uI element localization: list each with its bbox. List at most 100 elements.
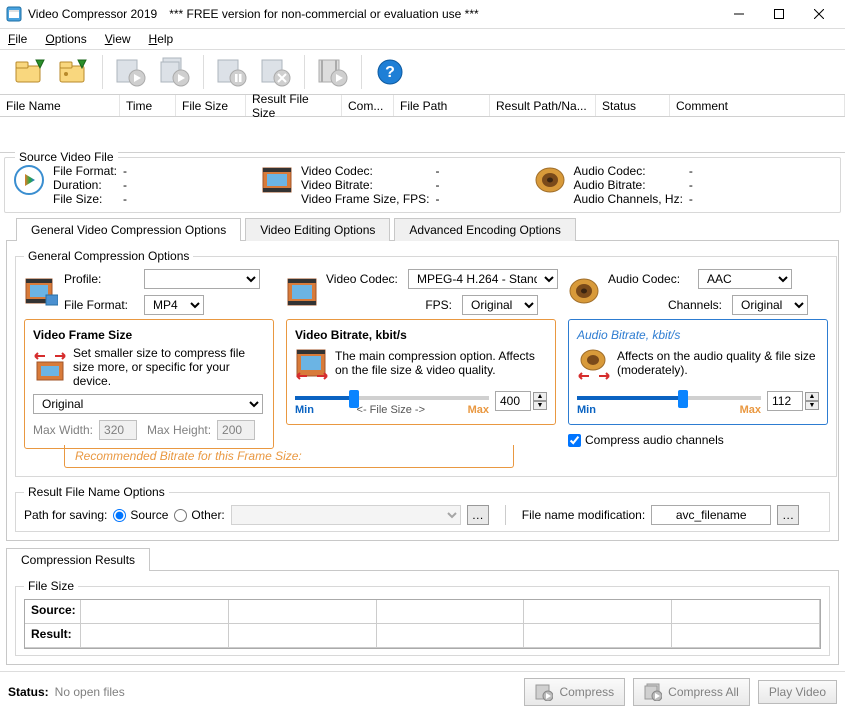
audio-bitrate-up[interactable]: ▲ xyxy=(805,392,819,401)
close-button[interactable] xyxy=(799,0,839,28)
results-tabs: Compression Results xyxy=(6,547,839,571)
file-list-header: File Name Time File Size Result File Siz… xyxy=(0,95,845,117)
app-icon xyxy=(6,6,22,22)
video-bitrate-down[interactable]: ▼ xyxy=(533,401,547,410)
menu-file[interactable]: File xyxy=(6,31,29,47)
source-info-panel: Source Video File File Format:- Duration… xyxy=(4,157,841,213)
general-options-legend: General Compression Options xyxy=(24,249,193,263)
filename-mod-button[interactable]: … xyxy=(777,505,799,525)
compress-all-button-bottom[interactable]: Compress All xyxy=(633,678,750,706)
video-codec-label: Video Codec: xyxy=(326,272,402,286)
audio-codec-label: Audio Codec: xyxy=(608,272,692,286)
frame-size-header: Video Frame Size xyxy=(33,328,265,342)
col-resultsize[interactable]: Result File Size xyxy=(246,95,342,116)
filename-mod-input[interactable] xyxy=(651,505,771,525)
file-format-select[interactable]: MP4 xyxy=(144,295,204,315)
col-resultpath[interactable]: Result Path/Na... xyxy=(490,95,596,116)
max-width-input[interactable] xyxy=(99,420,137,440)
maximize-button[interactable] xyxy=(759,0,799,28)
tab-video-editing[interactable]: Video Editing Options xyxy=(245,218,390,241)
fps-label: FPS: xyxy=(326,298,456,312)
video-bitrate-input[interactable] xyxy=(495,391,531,411)
status-bar: Status: No open files Compress Compress … xyxy=(0,671,845,710)
pause-button[interactable] xyxy=(210,53,254,91)
col-time[interactable]: Time xyxy=(120,95,176,116)
tab-general[interactable]: General Video Compression Options xyxy=(16,218,241,241)
bitrate-icon xyxy=(295,346,329,380)
max-height-input[interactable] xyxy=(217,420,255,440)
compress-all-button[interactable] xyxy=(153,53,197,91)
help-button[interactable]: ? xyxy=(368,53,412,91)
compress-button[interactable]: Compress xyxy=(524,678,625,706)
tab-advanced[interactable]: Advanced Encoding Options xyxy=(394,218,575,241)
play-video-button[interactable]: Play Video xyxy=(758,680,837,704)
video-codec-select[interactable]: MPEG-4 H.264 - Standar xyxy=(408,269,558,289)
audio-codec-icon xyxy=(568,275,602,309)
bitrate-hint: The main compression option. Affects on … xyxy=(335,349,547,377)
col-filename[interactable]: File Name xyxy=(0,95,120,116)
max-width-label: Max Width: xyxy=(33,423,93,437)
audio-bitrate-slider[interactable] xyxy=(577,396,761,400)
source-info-legend: Source Video File xyxy=(15,150,118,164)
resize-icon xyxy=(33,350,67,384)
audio-bitrate-icon xyxy=(577,346,611,380)
profile-icon xyxy=(24,275,58,309)
menu-help[interactable]: Help xyxy=(147,31,176,47)
video-codec-icon xyxy=(286,275,320,309)
audio-bitrate-hint: Affects on the audio quality & file size… xyxy=(617,349,819,377)
channels-label: Channels: xyxy=(608,298,726,312)
recommended-bitrate-box: Recommended Bitrate for this Frame Size: xyxy=(64,445,514,468)
compression-results-content: File Size Source: Result: xyxy=(6,571,839,665)
browse-path-button[interactable]: … xyxy=(467,505,489,525)
path-other-radio[interactable]: Other: xyxy=(174,508,224,522)
path-saving-label: Path for saving: xyxy=(24,508,107,522)
compress-selected-button[interactable] xyxy=(109,53,153,91)
audio-bitrate-input[interactable] xyxy=(767,391,803,411)
window-subtitle: *** FREE version for non-commercial or e… xyxy=(169,7,478,21)
profile-select[interactable] xyxy=(144,269,260,289)
frame-size-hint: Set smaller size to compress file size m… xyxy=(73,346,265,388)
fps-select[interactable]: Original xyxy=(462,295,538,315)
path-other-select[interactable] xyxy=(231,505,461,525)
minimize-button[interactable] xyxy=(719,0,759,28)
col-comment[interactable]: Comment xyxy=(670,95,845,116)
filename-mod-label: File name modification: xyxy=(522,508,645,522)
col-filepath[interactable]: File Path xyxy=(394,95,490,116)
col-filesize[interactable]: File Size xyxy=(176,95,246,116)
audio-codec-select[interactable]: AAC xyxy=(698,269,792,289)
profile-label: Profile: xyxy=(64,272,138,286)
path-source-radio[interactable]: Source xyxy=(113,508,168,522)
window-title: Video Compressor 2019 xyxy=(28,7,157,21)
audio-bitrate-down[interactable]: ▼ xyxy=(805,401,819,410)
play-result-button[interactable] xyxy=(311,53,355,91)
add-folder-button[interactable] xyxy=(52,53,96,91)
file-list[interactable] xyxy=(0,117,845,153)
video-bitrate-slider[interactable] xyxy=(295,396,489,400)
window-titlebar: Video Compressor 2019 *** FREE version f… xyxy=(0,0,845,28)
svg-text:?: ? xyxy=(385,64,395,81)
toolbar: ? xyxy=(0,50,845,95)
status-label: Status: xyxy=(8,685,49,699)
menu-view[interactable]: View xyxy=(103,31,133,47)
compress-audio-checkbox[interactable]: Compress audio channels xyxy=(568,433,828,447)
col-com[interactable]: Com... xyxy=(342,95,394,116)
source-row-label: Source: xyxy=(25,600,81,624)
menubar: File Options View Help xyxy=(0,28,845,50)
file-format-label: File Format: xyxy=(64,298,138,312)
media-player-icon xyxy=(13,164,45,196)
menu-options[interactable]: Options xyxy=(43,31,88,47)
tab-compression-results[interactable]: Compression Results xyxy=(6,548,150,571)
video-bitrate-up[interactable]: ▲ xyxy=(533,392,547,401)
frame-size-select[interactable]: Original xyxy=(33,394,263,414)
options-tabs: General Video Compression Options Video … xyxy=(6,217,839,241)
max-height-label: Max Height: xyxy=(147,423,211,437)
filesize-legend: File Size xyxy=(24,579,78,593)
tab-general-content: General Compression Options Profile: Fil… xyxy=(6,241,839,541)
status-value: No open files xyxy=(55,685,125,699)
col-status[interactable]: Status xyxy=(596,95,670,116)
stop-button[interactable] xyxy=(254,53,298,91)
audio-bitrate-header: Audio Bitrate, kbit/s xyxy=(577,328,819,342)
bitrate-header: Video Bitrate, kbit/s xyxy=(295,328,547,342)
channels-select[interactable]: Original xyxy=(732,295,808,315)
add-file-button[interactable] xyxy=(8,53,52,91)
